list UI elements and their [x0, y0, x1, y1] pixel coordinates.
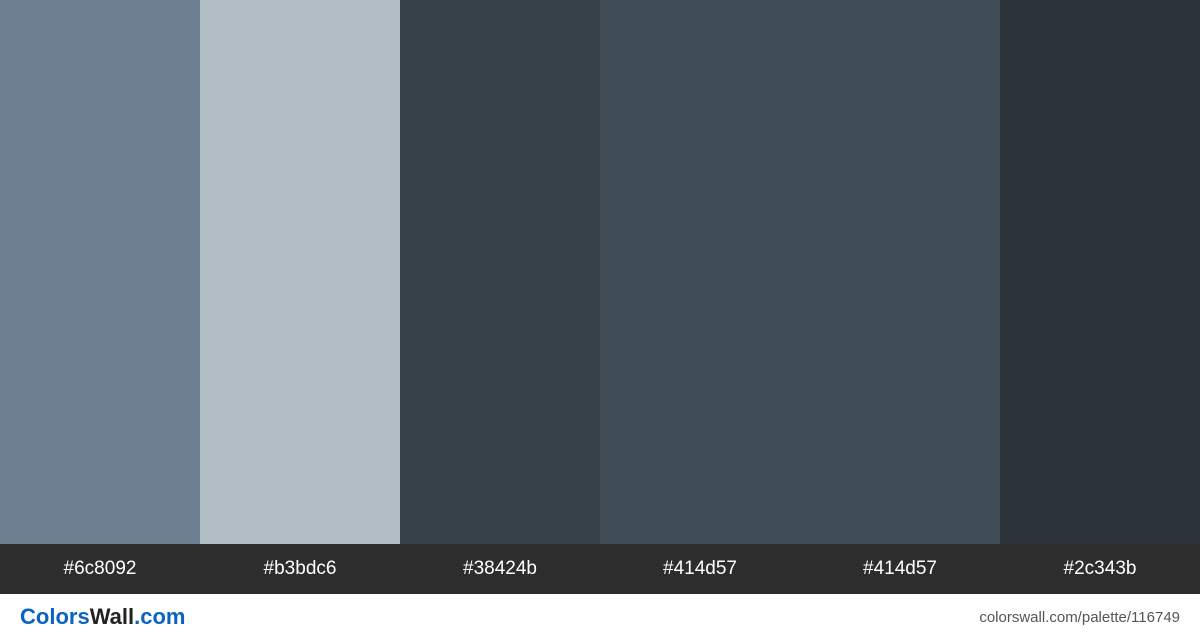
hex-label: #2c343b [1000, 544, 1200, 594]
palette: #6c8092 #b3bdc6 #38424b #414d57 #414d57 … [0, 0, 1200, 594]
brand-part-wall: Wall [90, 604, 134, 629]
brand-part-dotcom: .com [134, 604, 185, 629]
hex-label: #b3bdc6 [200, 544, 400, 594]
swatch-row [0, 0, 1200, 544]
hex-label: #38424b [400, 544, 600, 594]
color-swatch [400, 0, 600, 544]
color-swatch [0, 0, 200, 544]
palette-permalink: colorswall.com/palette/116749 [979, 609, 1180, 626]
hex-label-row: #6c8092 #b3bdc6 #38424b #414d57 #414d57 … [0, 544, 1200, 594]
brand-part-colors: Colors [20, 604, 90, 629]
hex-label: #6c8092 [0, 544, 200, 594]
color-swatch [800, 0, 1000, 544]
hex-label: #414d57 [800, 544, 1000, 594]
hex-label: #414d57 [600, 544, 800, 594]
color-swatch [200, 0, 400, 544]
color-swatch [1000, 0, 1200, 544]
footer: ColorsWall.com colorswall.com/palette/11… [0, 594, 1200, 640]
color-swatch [600, 0, 800, 544]
brand-logo: ColorsWall.com [20, 604, 185, 630]
